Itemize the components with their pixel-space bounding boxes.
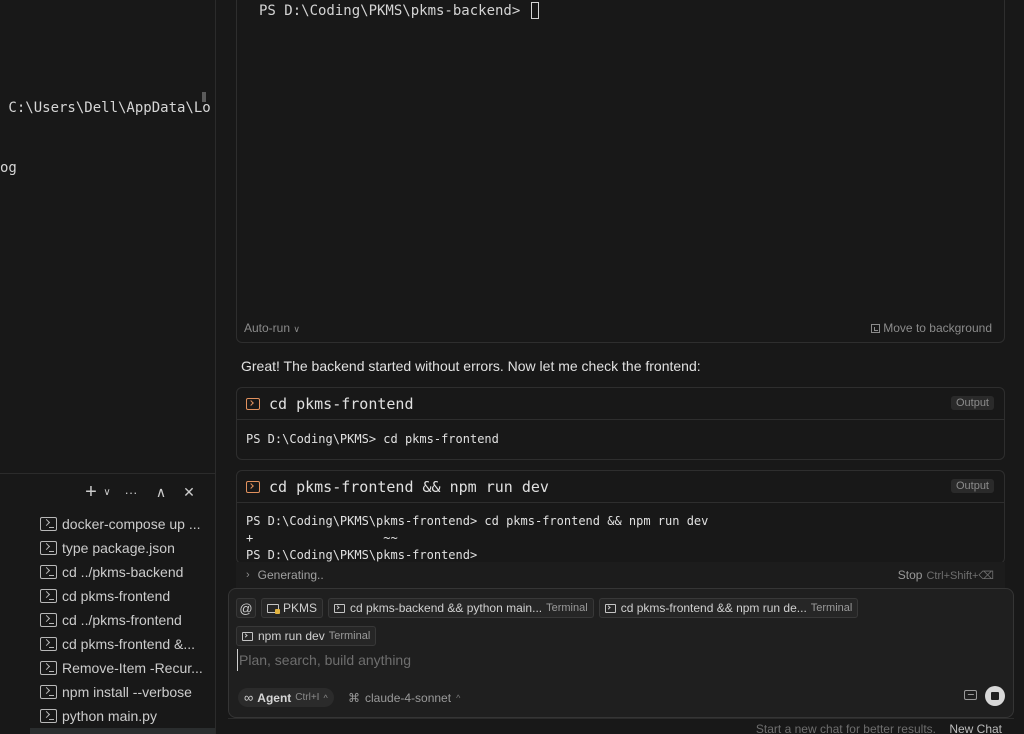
folder-icon bbox=[267, 603, 280, 614]
task-item[interactable]: python main.py bbox=[30, 704, 215, 728]
infinity-icon: ∞ bbox=[244, 690, 254, 705]
task-item[interactable]: docker-compose up ... bbox=[30, 512, 215, 536]
context-chips: @ PKMS cd pkms-backend && python main...… bbox=[236, 598, 1005, 646]
output-badge[interactable]: Output bbox=[950, 396, 994, 410]
terminal-icon bbox=[242, 631, 253, 641]
task-item[interactable]: cd pkms-frontend &... bbox=[30, 632, 215, 656]
panel-divider bbox=[0, 473, 215, 474]
close-panel-button[interactable]: ✕ bbox=[174, 480, 204, 504]
task-item[interactable]: cd ../pkms-backend bbox=[30, 560, 215, 584]
more-actions-button[interactable]: ··· bbox=[114, 480, 148, 504]
terminal-icon bbox=[40, 637, 57, 651]
context-chip-terminal[interactable]: npm run dev Terminal bbox=[236, 626, 377, 646]
chevron-down-icon: ∨ bbox=[293, 324, 300, 334]
terminal-icon bbox=[334, 603, 346, 613]
left-panel: C:\Users\Dell\AppData\Loc og + ∨ ··· ∧ ✕… bbox=[0, 0, 216, 734]
command-header[interactable]: cd pkms-frontend Output bbox=[237, 388, 1004, 420]
image-icon[interactable] bbox=[964, 690, 977, 700]
task-item[interactable]: cd ../pkms-frontend bbox=[30, 608, 215, 632]
command-title: cd pkms-frontend bbox=[269, 394, 414, 413]
move-to-background-button[interactable]: Move to background bbox=[871, 321, 992, 335]
task-item[interactable]: npm install --verbose bbox=[30, 680, 215, 704]
terminal-icon bbox=[246, 480, 260, 493]
chat-footer: Start a new chat for better results. New… bbox=[228, 718, 1014, 734]
terminal-icon bbox=[40, 613, 57, 627]
terminal-cursor bbox=[530, 2, 539, 19]
assistant-message: Great! The backend started without error… bbox=[241, 358, 701, 374]
terminal-task-list: docker-compose up ... type package.json … bbox=[30, 512, 215, 728]
agent-mode-button[interactable]: ∞ Agent Ctrl+I ^ bbox=[238, 688, 334, 707]
command-output: PS D:\Coding\PKMS\pkms-frontend> cd pkms… bbox=[246, 514, 709, 562]
chevron-up-icon: ^ bbox=[456, 692, 461, 703]
terminal-prompt: PS D:\Coding\PKMS\pkms-backend> bbox=[259, 2, 539, 19]
terminal-icon bbox=[40, 541, 57, 555]
chat-composer: @ PKMS cd pkms-backend && python main...… bbox=[228, 588, 1014, 718]
add-terminal-chevron-icon[interactable]: ∨ bbox=[100, 480, 114, 504]
output-badge[interactable]: Output bbox=[950, 479, 994, 493]
terminal-icon bbox=[246, 397, 260, 410]
terminal-scrollbar[interactable] bbox=[202, 92, 206, 102]
terminal-icon bbox=[604, 603, 616, 613]
terminal-icon bbox=[40, 565, 57, 579]
new-chat-link[interactable]: New Chat bbox=[949, 722, 1002, 734]
stop-button[interactable] bbox=[985, 686, 1005, 706]
task-item[interactable]: type package.json bbox=[30, 536, 215, 560]
chat-panel: PS D:\Coding\PKMS\pkms-backend> Auto-run… bbox=[217, 0, 1024, 734]
context-chip-terminal[interactable]: cd pkms-backend && python main... Termina… bbox=[328, 598, 594, 618]
maximize-panel-button[interactable]: ∧ bbox=[148, 480, 174, 504]
model-icon: ⌘ bbox=[348, 690, 360, 705]
chevron-right-icon[interactable]: › bbox=[246, 569, 250, 581]
new-chat-hint: Start a new chat for better results. bbox=[755, 722, 936, 734]
add-context-button[interactable]: @ bbox=[236, 598, 256, 618]
auto-run-dropdown[interactable]: Auto-run ∨ bbox=[244, 321, 300, 335]
terminal-toolbar: + ∨ ··· ∧ ✕ bbox=[82, 480, 204, 504]
generating-status: › Generating.. Stop Ctrl+Shift+⌫ bbox=[236, 562, 1005, 588]
terminal-icon bbox=[40, 589, 57, 603]
generating-label: Generating.. bbox=[257, 568, 324, 582]
terminal-line: og bbox=[0, 160, 17, 176]
terminal-icon bbox=[40, 685, 57, 699]
command-card: cd pkms-frontend && npm run dev Output P… bbox=[236, 470, 1005, 564]
add-terminal-button[interactable]: + bbox=[82, 480, 100, 504]
stop-shortcut: Ctrl+Shift+⌫ bbox=[926, 570, 994, 582]
context-chip-folder[interactable]: PKMS bbox=[261, 598, 324, 618]
model-selector[interactable]: ⌘ claude-4-sonnet ^ bbox=[348, 688, 460, 707]
command-title: cd pkms-frontend && npm run dev bbox=[269, 477, 549, 496]
command-card: cd pkms-frontend Output PS D:\Coding\PKM… bbox=[236, 387, 1005, 460]
chat-input[interactable] bbox=[237, 649, 997, 671]
terminal-block: PS D:\Coding\PKMS\pkms-backend> Auto-run… bbox=[236, 0, 1005, 343]
terminal-icon bbox=[40, 709, 57, 723]
command-output: PS D:\Coding\PKMS> cd pkms-frontend bbox=[246, 432, 499, 446]
command-header[interactable]: cd pkms-frontend && npm run dev Output bbox=[237, 471, 1004, 503]
terminal-icon bbox=[40, 661, 57, 675]
terminal-icon bbox=[40, 517, 57, 531]
task-item[interactable]: Remove-Item -Recur... bbox=[30, 656, 215, 680]
task-item-partial[interactable] bbox=[30, 728, 215, 734]
task-item[interactable]: cd pkms-frontend bbox=[30, 584, 215, 608]
terminal-output: C:\Users\Dell\AppData\Loc og bbox=[0, 58, 210, 218]
stop-icon bbox=[991, 692, 999, 700]
chevron-up-icon: ^ bbox=[323, 692, 328, 703]
terminal-line: C:\Users\Dell\AppData\Loc bbox=[0, 100, 210, 116]
move-to-background-icon bbox=[871, 323, 881, 333]
agent-shortcut: Ctrl+I bbox=[295, 692, 320, 703]
context-chip-terminal[interactable]: cd pkms-frontend && npm run de... Termina… bbox=[598, 598, 859, 618]
stop-generation-button[interactable]: Stop Ctrl+Shift+⌫ bbox=[898, 568, 994, 582]
